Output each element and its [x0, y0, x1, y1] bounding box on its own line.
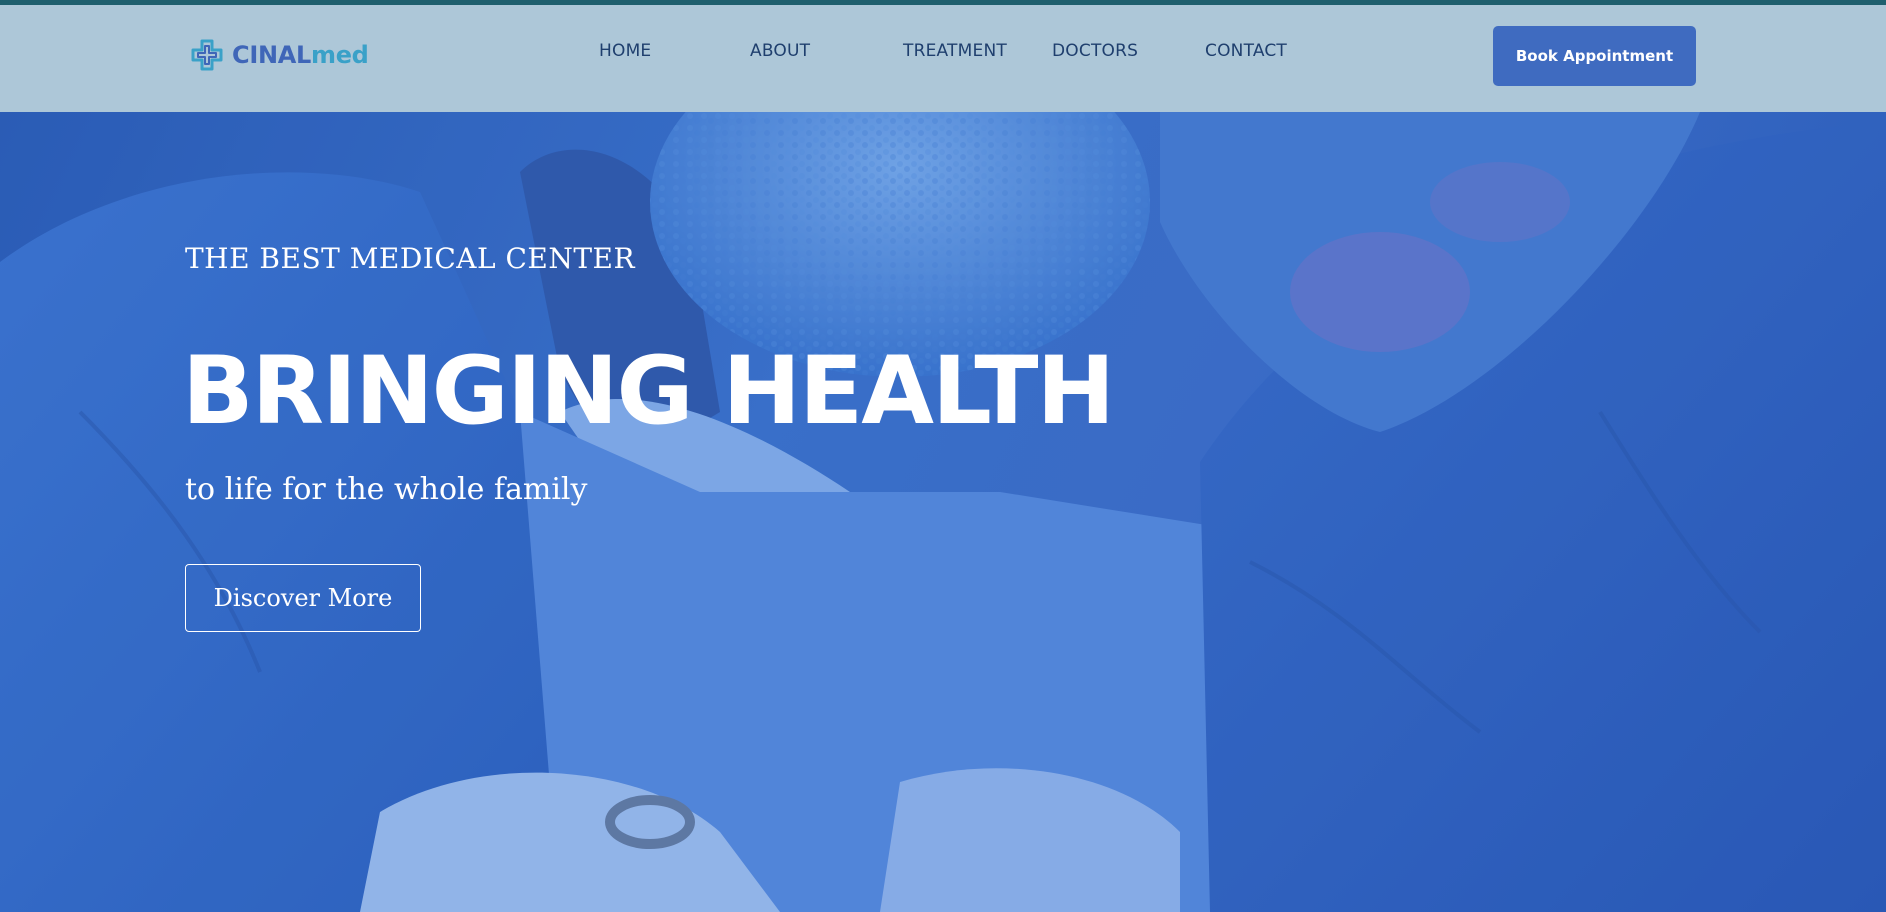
logo-wordmark: CINALmed [232, 41, 369, 69]
hero-tint-overlay [0, 112, 1886, 912]
logo-wordmark-part2: med [311, 41, 369, 69]
site-header: CINALmed HOME ABOUT TREATMENT DOCTORS CO… [0, 5, 1886, 112]
hero-eyebrow: THE BEST MEDICAL CENTER [185, 242, 636, 275]
nav-doctors[interactable]: DOCTORS [1052, 41, 1138, 61]
discover-more-button[interactable]: Discover More [185, 564, 421, 632]
medical-cross-icon [190, 38, 224, 72]
nav-about[interactable]: ABOUT [750, 41, 810, 61]
nav-treatment[interactable]: TREATMENT [903, 41, 1007, 61]
logo-link[interactable]: CINALmed [190, 35, 369, 75]
nav-contact[interactable]: CONTACT [1205, 41, 1287, 61]
nav-home[interactable]: HOME [599, 41, 651, 61]
logo-wordmark-part1: CINAL [232, 41, 311, 69]
hero-headline: BRINGING HEALTH [182, 337, 1115, 446]
hero-subline: to life for the whole family [185, 472, 588, 507]
hero-section: THE BEST MEDICAL CENTER BRINGING HEALTH … [0, 112, 1886, 912]
book-appointment-button[interactable]: Book Appointment [1493, 26, 1696, 86]
